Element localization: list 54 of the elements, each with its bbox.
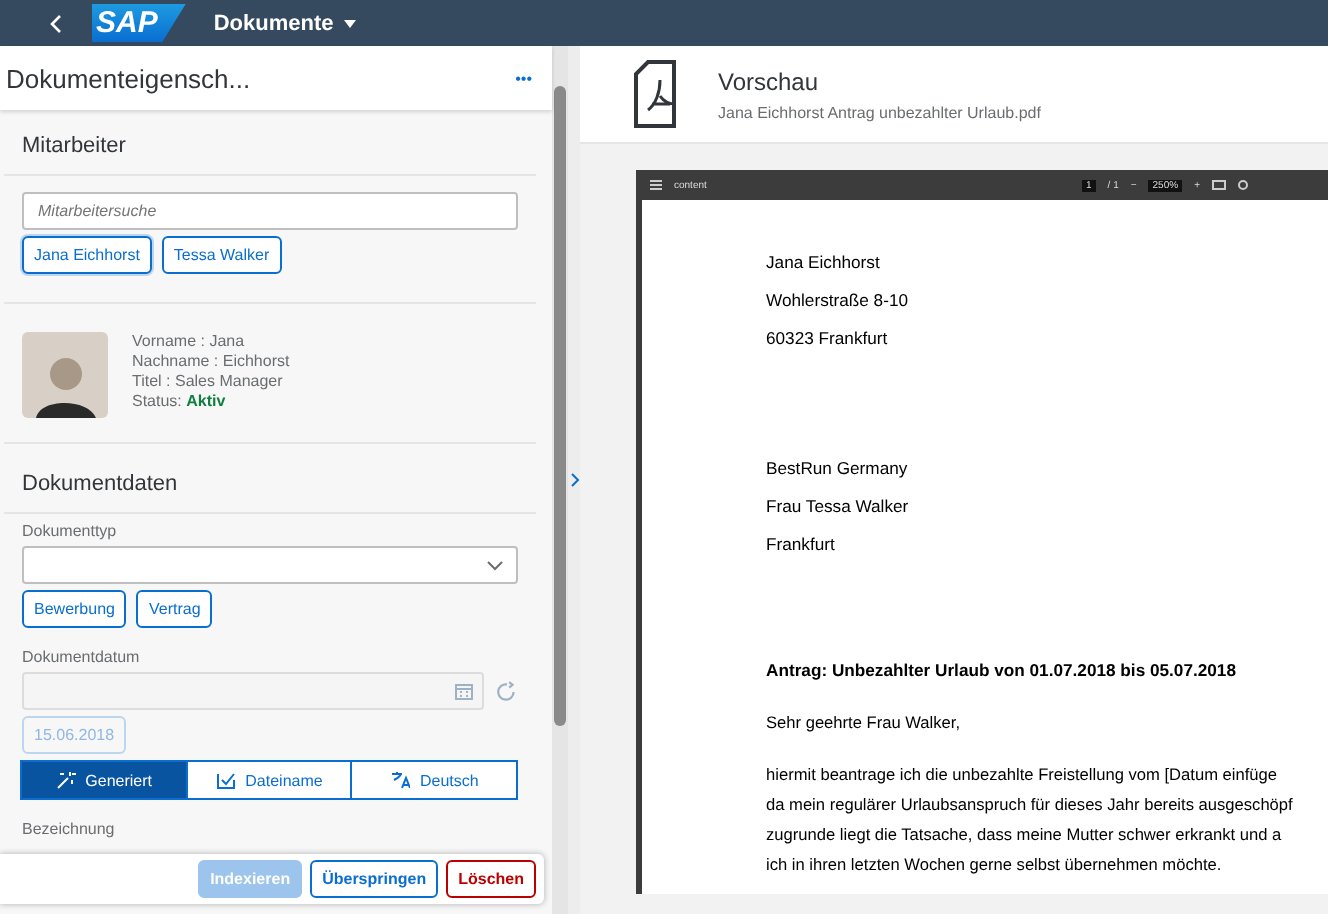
footer-button[interactable]: Überspringen [310,860,439,898]
magic-wand-icon [55,770,76,790]
document-text: BestRun Germany [766,456,910,482]
document-text: da mein regulärer Urlaubsanspruch für dieses Jahr bereits ausgeschöpf [766,792,1295,818]
employee-detail: Vorname : Jana [132,332,247,350]
chevron-right-icon [569,472,579,488]
panel-title: Dokumenteigensch... [6,63,251,93]
field-label: Bezeichnung [22,820,117,838]
translate-icon [390,770,410,790]
field-label: Dokumenttyp [22,522,119,540]
document-type-select[interactable] [22,546,518,584]
section-title: Dokumentdaten [4,444,536,514]
footer-button[interactable]: Löschen [446,860,536,898]
employee-detail: Titel : Sales Manager [132,372,285,390]
calendar-icon [454,681,474,701]
employee-token[interactable]: Tessa Walker [161,236,282,274]
document-text: zugrunde liegt die Tatsache, dass meine Mutter schwer erkrankt und a [766,822,1284,848]
fit-page-icon [1212,180,1226,190]
document-text: Jana Eichhorst [766,250,882,276]
section-title: Mitarbeiter [4,110,536,176]
document-text: Sehr geehrte Frau Walker, [766,710,962,736]
preview-title: Vorschau [718,67,821,95]
type-token[interactable]: Vertrag [136,590,213,628]
back-icon[interactable] [48,13,64,33]
employee-status: Status: Aktiv [132,392,228,410]
rotate-icon [1238,180,1248,190]
date-field[interactable] [22,672,484,710]
document-text: 60323 Frankfurt [766,326,890,352]
type-token[interactable]: Bewerbung [22,590,127,628]
mode-segment[interactable]: Dateiname [185,760,353,800]
mode-segment[interactable]: Deutsch [350,760,519,800]
file-name: Jana Eichhorst Antrag unbezahlter Urlaub.pdf [718,103,1041,121]
chevron-down-icon [486,559,504,571]
document-text: Wohlerstraße 8-10 [766,288,911,314]
splitter[interactable] [568,46,580,914]
employee-detail: Nachname : Eichhorst [132,352,290,370]
refresh-icon [496,680,518,702]
document-text: Frankfurt [766,532,837,558]
document-text: ich in ihren letzten Wochen gerne selbst übernehmen möchte. [766,852,1224,878]
field-label: Dokumentdatum [22,648,142,666]
scrollbar-thumb[interactable] [554,86,566,726]
mode-segment[interactable]: Generiert [20,760,188,800]
document-text: hiermit beantrage ich die unbezahlte Freistellung vom [Datum einfüge [766,762,1280,788]
photo-placeholder [22,332,108,418]
employee-search-field[interactable]: Mitarbeitersuche [22,192,518,230]
sap-logo: SAP [92,4,186,42]
employee-token[interactable]: Jana Eichhorst [22,236,152,274]
menu-icon [650,180,662,190]
caret-icon [343,19,356,27]
app-title-menu[interactable]: Dokumente [213,11,356,35]
more-button[interactable]: ••• [515,69,532,87]
document-check-icon [215,770,236,790]
document-text: Antrag: Unbezahlter Urlaub von 01.07.2018 bis 05.07.2018 [766,658,1238,684]
document-text: Frau Tessa Walker [766,494,911,520]
